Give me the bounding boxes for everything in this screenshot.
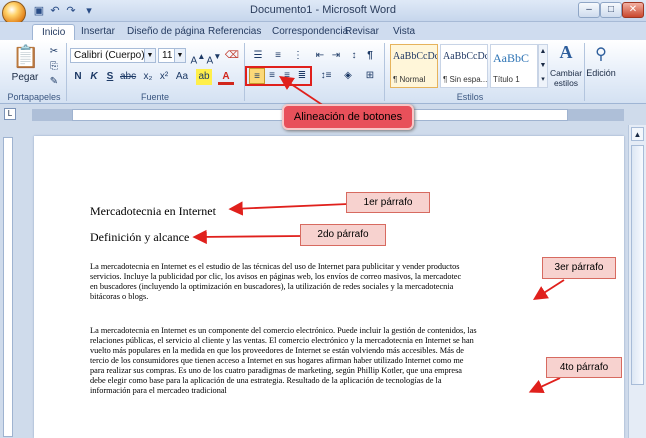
arrow-p1 [228, 201, 349, 216]
callout-p3: 3er párrafo [542, 257, 616, 279]
arrow-p2 [192, 229, 303, 245]
alignment-callout: Alineación de botones [282, 104, 414, 130]
arrow-p3 [532, 279, 565, 300]
callout-p2: 2do párrafo [300, 224, 386, 246]
callout-p1: 1er párrafo [346, 192, 430, 213]
arrow-p4 [528, 377, 561, 393]
callout-p4: 4to párrafo [546, 357, 622, 378]
